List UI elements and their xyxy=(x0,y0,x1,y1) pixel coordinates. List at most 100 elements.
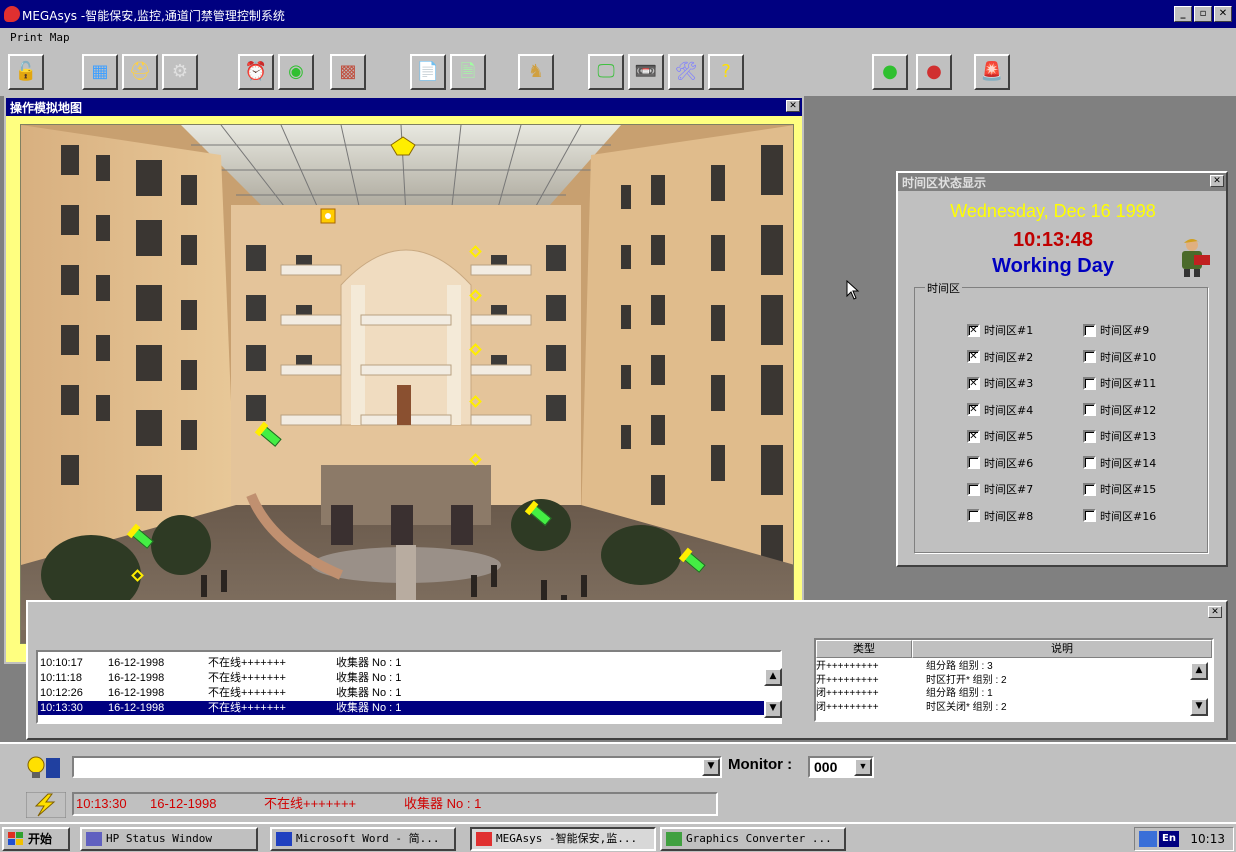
lightning-icon xyxy=(26,792,66,818)
bulb-icon[interactable] xyxy=(24,754,64,780)
language-indicator[interactable]: En xyxy=(1159,831,1179,847)
time-zone-checkbox[interactable]: 时间区#15 xyxy=(1083,481,1156,497)
hardhat-button[interactable]: ⛑ xyxy=(122,54,158,90)
ime-icon[interactable] xyxy=(1139,831,1157,847)
start-button[interactable]: 开始 xyxy=(2,827,70,851)
time-zone-checkbox[interactable]: 时间区#14 xyxy=(1083,455,1156,471)
description-row[interactable]: 开+++++++++ 组分路 组别 : 3 xyxy=(816,660,1186,673)
event-log-close-button[interactable]: ✕ xyxy=(1208,606,1222,618)
taskbar-button[interactable]: Microsoft Word - 简... xyxy=(270,827,456,851)
desc-type: 闭+++++++++ xyxy=(816,701,879,713)
time-zone-checkbox[interactable]: 时间区#12 xyxy=(1083,402,1156,418)
taskbar-button[interactable]: MEGAsys -智能保安,监... xyxy=(470,827,656,851)
monitor-dropdown-button[interactable]: ▼ xyxy=(854,758,872,776)
map-window-title: 操作模拟地图 xyxy=(10,101,83,115)
log-device: 收集器 No : 1 xyxy=(336,687,402,699)
hardhat-icon: ⛑ xyxy=(128,61,152,82)
description-row[interactable]: 开+++++++++ 时区打开* 组别 : 2 xyxy=(816,674,1186,687)
checkbox-unchecked-icon[interactable] xyxy=(1083,456,1096,469)
help-button[interactable]: ? xyxy=(708,54,744,90)
checkbox-unchecked-icon[interactable] xyxy=(1083,509,1096,522)
scroll-up-button[interactable]: ▲ xyxy=(764,668,782,686)
checkbox-unchecked-icon[interactable] xyxy=(967,509,980,522)
event-log-row[interactable]: 10:12:26 16-12-1998 不在线+++++++ 收集器 No : 1 xyxy=(38,686,780,700)
map-photo[interactable] xyxy=(20,124,794,644)
checkbox-unchecked-icon[interactable] xyxy=(1083,323,1096,337)
vcr-button[interactable]: 📼 xyxy=(628,54,664,90)
checkbox-unchecked-icon[interactable] xyxy=(1083,429,1096,443)
alarm-pattern-button[interactable]: ▩ xyxy=(330,54,366,90)
time-zone-checkbox[interactable]: 时间区#6 xyxy=(967,455,1033,471)
status-date: 16-12-1998 xyxy=(150,796,217,811)
taskbar-button[interactable]: Graphics Converter ... xyxy=(660,827,846,851)
event-log-list[interactable]: 10:10:17 16-12-1998 不在线+++++++ 收集器 No : 1 10… xyxy=(36,650,782,724)
time-zone-checkbox[interactable]: ✕ 时间区#5 xyxy=(967,428,1033,444)
task-label: MEGAsys -智能保安,监... xyxy=(496,832,638,845)
monitor-select[interactable]: 000 ▼ xyxy=(808,756,874,778)
event-log-row[interactable]: 10:11:18 16-12-1998 不在线+++++++ 收集器 No : 1 xyxy=(38,671,780,685)
checkbox-checked-icon[interactable]: ✕ xyxy=(967,376,980,390)
log-date: 16-12-1998 xyxy=(108,702,165,714)
time-zone-checkbox[interactable]: 时间区#11 xyxy=(1083,375,1156,391)
description-column-header[interactable]: 说明 xyxy=(912,640,1212,658)
floor-plan-button[interactable]: ▦ xyxy=(82,54,118,90)
checkbox-unchecked-icon[interactable] xyxy=(1083,350,1096,363)
checkbox-unchecked-icon[interactable] xyxy=(1083,403,1096,416)
time-zone-checkbox[interactable]: ✕ 时间区#3 xyxy=(967,375,1033,391)
taskbar-button[interactable]: HP Status Window xyxy=(80,827,258,851)
close-button[interactable]: ✕ xyxy=(1214,6,1232,22)
description-row[interactable]: 闭+++++++++ 组分路 组别 : 1 xyxy=(816,687,1186,700)
command-dropdown-button[interactable]: ▼ xyxy=(702,758,720,776)
alarm-light-button[interactable]: 🚨 xyxy=(974,54,1010,90)
time-zone-checkbox[interactable]: 时间区#16 xyxy=(1083,508,1156,524)
time-zone-checkbox[interactable]: 时间区#13 xyxy=(1083,428,1156,444)
checkbox-checked-icon[interactable]: ✕ xyxy=(967,350,980,363)
map-window-caption: 操作模拟地图 ✕ xyxy=(6,98,802,116)
current-date: Wednesday, Dec 16 1998 xyxy=(950,201,1156,221)
checkbox-checked-icon[interactable]: ✕ xyxy=(967,429,980,443)
time-zone-checkbox[interactable]: 时间区#7 xyxy=(967,481,1033,497)
time-zone-checkbox[interactable]: ✕ 时间区#2 xyxy=(967,349,1033,365)
map-window-close-button[interactable]: ✕ xyxy=(786,100,800,112)
guard-button[interactable]: ♞ xyxy=(518,54,554,90)
maximize-button[interactable]: ▫ xyxy=(1194,6,1212,22)
checkbox-checked-icon[interactable]: ✕ xyxy=(967,403,980,416)
guard-report-button[interactable]: 🗎 xyxy=(450,54,486,90)
tools-button[interactable]: 🛠 xyxy=(668,54,704,90)
description-log-list[interactable]: 类型 说明 开+++++++++ 组分路 组别 : 3 开+++++++++ 时区打开… xyxy=(814,638,1214,722)
timer-button[interactable]: ◉ xyxy=(278,54,314,90)
help-icon: ? xyxy=(721,61,731,82)
checkbox-unchecked-icon[interactable] xyxy=(1083,482,1096,496)
event-log-row[interactable]: 10:13:30 16-12-1998 不在线+++++++ 收集器 No : 1 xyxy=(38,701,780,715)
tx-rx-button-1[interactable]: ● xyxy=(872,54,908,90)
checkbox-checked-icon[interactable]: ✕ xyxy=(967,323,980,337)
desc-scroll-down-button[interactable]: ▼ xyxy=(1190,698,1208,716)
lock-tool-button[interactable]: 🔓 xyxy=(8,54,44,90)
time-zone-checkbox[interactable]: 时间区#9 xyxy=(1083,322,1149,338)
time-zone-checkbox[interactable]: 时间区#10 xyxy=(1083,349,1156,365)
menu-print-map[interactable]: Print Map xyxy=(10,31,70,44)
network-button[interactable]: ⚙ xyxy=(162,54,198,90)
checkbox-unchecked-icon[interactable] xyxy=(1083,376,1096,390)
description-row[interactable]: 闭+++++++++ 时区关闭* 组别 : 2 xyxy=(816,701,1186,714)
report-button[interactable]: 📄 xyxy=(410,54,446,90)
checkbox-unchecked-icon[interactable] xyxy=(967,456,980,469)
alarm-light-icon: 🚨 xyxy=(980,61,1004,82)
time-zone-close-button[interactable]: ✕ xyxy=(1210,175,1224,187)
event-log-scrollbar[interactable]: ▲ ▼ xyxy=(764,662,784,720)
time-zone-checkbox[interactable]: ✕ 时间区#4 xyxy=(967,402,1033,418)
scroll-down-button[interactable]: ▼ xyxy=(764,700,782,718)
command-combo[interactable]: ▼ xyxy=(72,756,722,778)
event-log-row[interactable]: 10:10:17 16-12-1998 不在线+++++++ 收集器 No : 1 xyxy=(38,656,780,670)
monitor-button[interactable]: 🖵 xyxy=(588,54,624,90)
tx-rx-button-2[interactable]: ● xyxy=(916,54,952,90)
desc-scroll-up-button[interactable]: ▲ xyxy=(1190,662,1208,680)
minimize-button[interactable]: _ xyxy=(1174,6,1192,22)
schedule-icon: ⏰ xyxy=(244,61,268,82)
log-date: 16-12-1998 xyxy=(108,687,165,699)
schedule-button[interactable]: ⏰ xyxy=(238,54,274,90)
checkbox-unchecked-icon[interactable] xyxy=(967,482,980,496)
time-zone-checkbox[interactable]: ✕ 时间区#1 xyxy=(967,322,1033,338)
type-column-header[interactable]: 类型 xyxy=(816,640,912,658)
time-zone-checkbox[interactable]: 时间区#8 xyxy=(967,508,1033,524)
